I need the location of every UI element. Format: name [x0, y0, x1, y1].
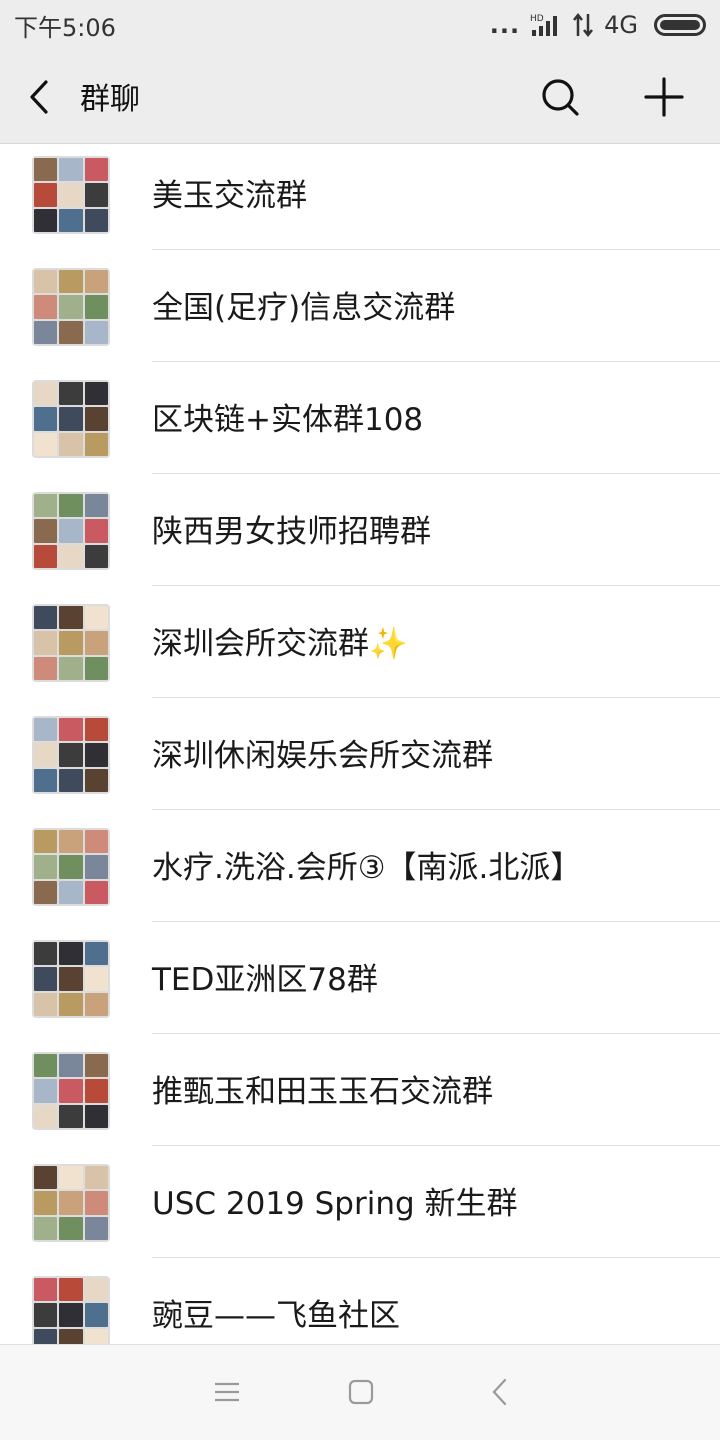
group-row[interactable]: 推甄玉和田玉玉石交流群 [0, 1034, 720, 1146]
data-transfer-icon [573, 12, 594, 38]
status-icons: ... HD 4G [490, 11, 706, 39]
group-avatar [32, 716, 110, 794]
status-bar: 下午5:06 ... HD 4G [0, 0, 720, 50]
group-row[interactable]: 深圳会所交流群✨ [0, 586, 720, 698]
group-row[interactable]: 深圳休闲娱乐会所交流群 [0, 698, 720, 810]
system-back-icon[interactable] [486, 1377, 516, 1407]
group-avatar [32, 1276, 110, 1344]
group-avatar [32, 1052, 110, 1130]
group-row[interactable]: 区块链+实体群108 [0, 362, 720, 474]
group-name: 豌豆——飞鱼社区 [152, 1298, 400, 1334]
search-icon[interactable] [540, 76, 580, 118]
hd-label: HD [530, 14, 544, 24]
group-avatar [32, 492, 110, 570]
group-row[interactable]: 美玉交流群 [0, 144, 720, 250]
group-name: TED亚洲区78群 [152, 962, 378, 998]
group-row[interactable]: TED亚洲区78群 [0, 922, 720, 1034]
group-avatar [32, 268, 110, 346]
group-avatar [32, 828, 110, 906]
menu-icon[interactable] [212, 1377, 242, 1407]
signal-icon: HD [530, 14, 558, 36]
group-name: 深圳休闲娱乐会所交流群 [152, 738, 493, 774]
group-row[interactable]: 陕西男女技师招聘群 [0, 474, 720, 586]
group-avatar [32, 380, 110, 458]
status-time: 下午5:06 [14, 13, 116, 42]
add-icon[interactable] [644, 76, 684, 118]
group-name: 深圳会所交流群✨ [152, 626, 408, 662]
group-name: USC 2019 Spring 新生群 [152, 1186, 518, 1222]
group-name: 全国(足疗)信息交流群 [152, 290, 456, 326]
page-title: 群聊 [80, 82, 140, 117]
group-row[interactable]: 豌豆——飞鱼社区 [0, 1258, 720, 1344]
more-dots-icon: ... [489, 11, 521, 39]
group-name: 推甄玉和田玉玉石交流群 [152, 1074, 493, 1110]
group-row[interactable]: 水疗.洗浴.会所③【南派.北派】 [0, 810, 720, 922]
network-type: 4G [604, 11, 638, 39]
system-nav-bar [0, 1344, 720, 1440]
home-icon[interactable] [346, 1377, 376, 1407]
group-name: 美玉交流群 [152, 178, 307, 214]
group-row[interactable]: 全国(足疗)信息交流群 [0, 250, 720, 362]
group-name: 区块链+实体群108 [152, 402, 424, 438]
back-button[interactable] [22, 76, 62, 118]
group-avatar [32, 940, 110, 1018]
group-avatar [32, 156, 110, 234]
group-name: 陕西男女技师招聘群 [152, 514, 431, 550]
group-avatar [32, 1164, 110, 1242]
group-row[interactable]: USC 2019 Spring 新生群 [0, 1146, 720, 1258]
group-avatar [32, 604, 110, 682]
group-name: 水疗.洗浴.会所③【南派.北派】 [152, 850, 582, 886]
battery-icon [654, 14, 706, 36]
group-list: 美玉交流群全国(足疗)信息交流群 区块链+实体群108 陕西男女技师招聘群 深圳会所交… [0, 144, 720, 1344]
navigation-bar: 群聊 [0, 50, 720, 144]
